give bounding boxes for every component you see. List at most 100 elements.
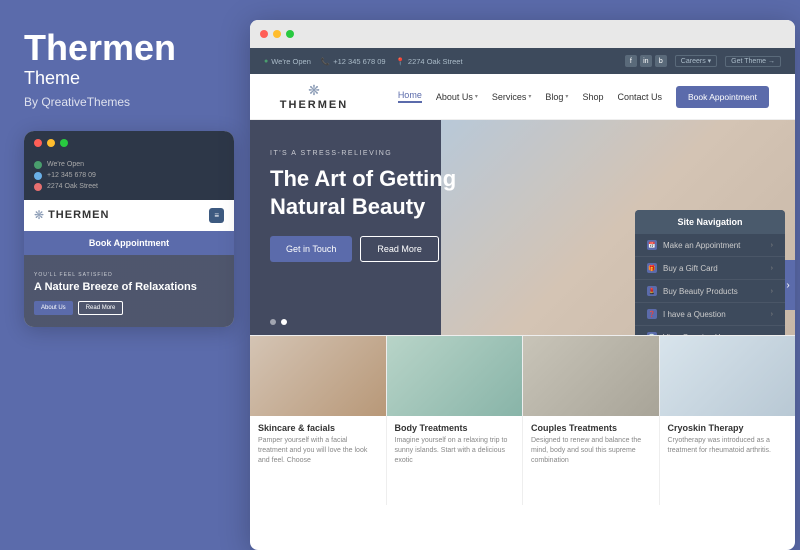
nav-overlay-item-beauty[interactable]: 💄 Buy Beauty Products ›: [635, 280, 785, 303]
nav-overlay-item-gift[interactable]: 🎁 Buy a Gift Card ›: [635, 257, 785, 280]
nav-about[interactable]: About Us ▾: [436, 92, 478, 102]
nav-overlay-item-question[interactable]: ❓ I have a Question ›: [635, 303, 785, 326]
hours-icon: 🕐: [647, 332, 657, 335]
nav-overlay-beauty-left: 💄 Buy Beauty Products: [647, 286, 738, 296]
mobile-logo-area: ❋ THERMEN: [34, 208, 109, 222]
nav-overlay-appointment-left: 📅 Make an Appointment: [647, 240, 740, 250]
mobile-topbar-phone-row: +12 345 678 09: [34, 172, 224, 180]
mobile-preview-card: We're Open +12 345 678 09 2274 Oak Stree…: [24, 131, 234, 327]
cryoskin-image: [660, 336, 796, 416]
body-info: Body Treatments Imagine yourself on a re…: [387, 416, 523, 505]
dot-yellow: [47, 139, 55, 147]
skincare-desc: Pamper yourself with a facial treatment …: [258, 436, 378, 465]
careers-button[interactable]: Careers ▾: [675, 55, 717, 67]
about-arrow-icon: ▾: [475, 93, 478, 100]
nav-services[interactable]: Services ▾: [492, 92, 532, 102]
mobile-about-button[interactable]: About Us: [34, 301, 73, 315]
preview-dot-red: [260, 30, 268, 38]
body-title: Body Treatments: [395, 423, 515, 433]
mobile-hero-buttons: About Us Read More: [34, 301, 224, 315]
mobile-readmore-button[interactable]: Read More: [78, 301, 124, 315]
phone-icon-text: 📞: [321, 57, 330, 66]
left-panel: Thermen Theme By QreativeThemes We're Op…: [0, 0, 245, 550]
book-appointment-button[interactable]: Book Appointment: [676, 86, 769, 108]
nav-overlay-question-text: I have a Question: [663, 310, 726, 319]
nav-overlay-item-appointment[interactable]: 📅 Make an Appointment ›: [635, 234, 785, 257]
site-navigation-overlay: Site Navigation 📅 Make an Appointment › …: [635, 210, 785, 335]
mobile-hero: YOU'LL FEEL SATISFIED A Nature Breeze of…: [24, 255, 234, 327]
service-card-couples: Couples Treatments Designed to renew and…: [523, 336, 660, 505]
brand-by: By QreativeThemes: [24, 95, 221, 109]
mobile-open-text: We're Open: [47, 161, 84, 168]
linkedin-icon[interactable]: in: [640, 55, 652, 67]
site-topbar-left: ● We're Open 📞 +12 345 678 09 📍 2274 Oak…: [264, 57, 463, 66]
mobile-logo-text: THERMEN: [48, 209, 109, 221]
location-icon-text: 📍: [396, 57, 405, 66]
appointment-icon: 📅: [647, 240, 657, 250]
service-card-body: Body Treatments Imagine yourself on a re…: [387, 336, 524, 505]
nav-home[interactable]: Home: [398, 90, 422, 103]
logo-icon: ❋: [308, 82, 320, 99]
gift-arrow-icon: ›: [771, 265, 773, 272]
topbar-open: ● We're Open: [264, 57, 311, 66]
couples-info: Couples Treatments Designed to renew and…: [523, 416, 659, 505]
question-icon: ❓: [647, 309, 657, 319]
question-arrow-icon: ›: [771, 311, 773, 318]
nav-overlay-question-left: ❓ I have a Question: [647, 309, 726, 319]
mobile-topbar: We're Open +12 345 678 09 2274 Oak Stree…: [24, 155, 234, 200]
mobile-phone-text: +12 345 678 09: [47, 172, 96, 179]
hero-get-in-touch-button[interactable]: Get in Touch: [270, 236, 352, 262]
blog-icon[interactable]: b: [655, 55, 667, 67]
beauty-icon: 💄: [647, 286, 657, 296]
nav-blog[interactable]: Blog ▾: [545, 92, 568, 102]
address-icon: [34, 183, 42, 191]
dot-green: [60, 139, 68, 147]
body-desc: Imagine yourself on a relaxing trip to s…: [395, 436, 515, 465]
open-dot-icon: ●: [264, 58, 268, 65]
mobile-logo-icon: ❋: [34, 208, 44, 222]
mobile-titlebar: [24, 131, 234, 155]
appointment-arrow-icon: ›: [771, 242, 773, 249]
facebook-icon[interactable]: f: [625, 55, 637, 67]
hero-section: IT'S A STRESS-RELIEVING The Art of Getti…: [250, 120, 795, 335]
topbar-phone-text: +12 345 678 09: [333, 57, 385, 66]
nav-overlay-appointment-text: Make an Appointment: [663, 241, 740, 250]
hero-title: The Art of Getting Natural Beauty: [270, 165, 490, 220]
preview-titlebar: [250, 20, 795, 48]
topbar-open-text: We're Open: [271, 57, 311, 66]
nav-overlay-item-hours[interactable]: 🕐 View Opening Hours ›: [635, 326, 785, 335]
topbar-address-text: 2274 Oak Street: [408, 57, 463, 66]
site-topbar: ● We're Open 📞 +12 345 678 09 📍 2274 Oak…: [250, 48, 795, 74]
service-card-skincare: Skincare & facials Pamper yourself with …: [250, 336, 387, 505]
service-card-cryoskin: Cryoskin Therapy Cryotherapy was introdu…: [660, 336, 796, 505]
mobile-book-button[interactable]: Book Appointment: [24, 231, 234, 255]
skincare-title: Skincare & facials: [258, 423, 378, 433]
cryoskin-desc: Cryotherapy was introduced as a treatmen…: [668, 436, 788, 456]
nav-contact[interactable]: Contact Us: [617, 92, 662, 102]
mobile-hamburger-button[interactable]: ≡: [209, 208, 224, 223]
open-icon: [34, 161, 42, 169]
couples-image: [523, 336, 659, 416]
logo-text: THERMEN: [280, 99, 348, 111]
brand-subtitle: Theme: [24, 68, 221, 89]
couples-desc: Designed to renew and balance the mind, …: [531, 436, 651, 465]
body-image: [387, 336, 523, 416]
nav-overlay-hours-text: View Opening Hours: [663, 333, 736, 336]
blog-arrow-icon: ▾: [565, 93, 568, 100]
mobile-topbar-address-row: 2274 Oak Street: [34, 183, 224, 191]
social-icons: f in b: [625, 55, 667, 67]
services-arrow-icon: ▾: [528, 93, 531, 100]
nav-shop[interactable]: Shop: [582, 92, 603, 102]
hero-read-more-button[interactable]: Read More: [360, 236, 439, 262]
skincare-image: [250, 336, 386, 416]
hero-dots: [270, 319, 287, 325]
services-section: Skincare & facials Pamper yourself with …: [250, 335, 795, 505]
hero-dot-1[interactable]: [270, 319, 276, 325]
nav-overlay-gift-left: 🎁 Buy a Gift Card: [647, 263, 718, 273]
topbar-phone: 📞 +12 345 678 09: [321, 57, 386, 66]
site-nav-bar: ❋ THERMEN Home About Us ▾ Services ▾ Blo…: [250, 74, 795, 120]
get-theme-button[interactable]: Get Theme →: [725, 56, 781, 67]
hero-dot-2[interactable]: [281, 319, 287, 325]
site-topbar-right: f in b Careers ▾ Get Theme →: [625, 55, 781, 67]
preview-dot-yellow: [273, 30, 281, 38]
